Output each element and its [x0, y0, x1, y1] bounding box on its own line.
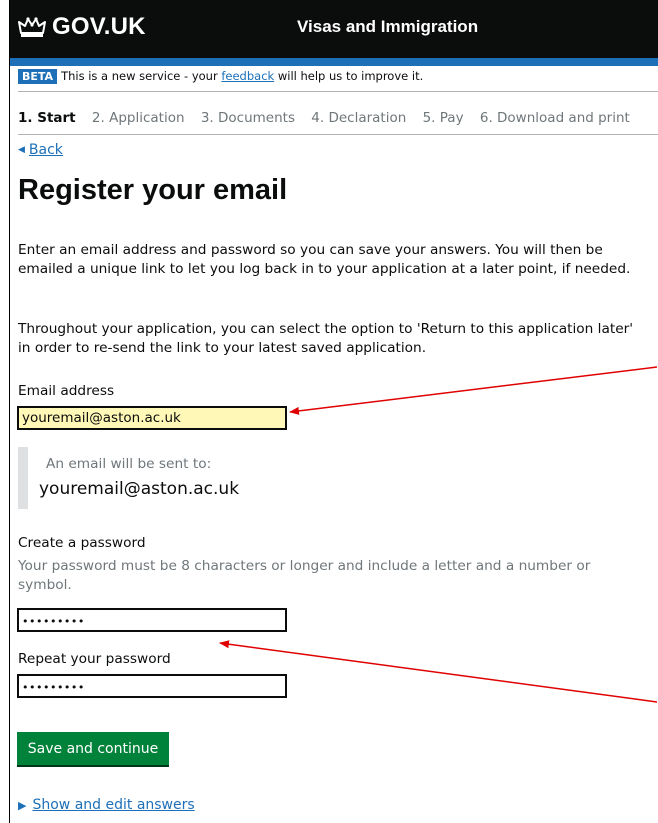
password-input[interactable] — [17, 608, 287, 632]
page-title: Register your email — [18, 174, 288, 206]
back-arrow-icon: ◀ — [18, 145, 25, 155]
header-blue-bar — [10, 58, 658, 66]
password-hint: Your password must be 8 characters or lo… — [18, 558, 591, 593]
crown-icon — [18, 17, 46, 37]
step-start: 1. Start — [18, 110, 76, 126]
beta-banner: BETA This is a new service - your feedbac… — [18, 69, 423, 84]
step-documents: 3. Documents — [200, 110, 295, 126]
site-header: GOV.UK Visas and Immigration — [10, 0, 658, 58]
service-name[interactable]: Visas and Immigration — [297, 17, 478, 37]
save-and-continue-button[interactable]: Save and continue — [17, 732, 169, 765]
email-annotation-arrow — [289, 366, 658, 415]
feedback-link[interactable]: feedback — [221, 69, 274, 83]
email-confirmation-label: An email will be sent to: — [46, 456, 212, 472]
govuk-logo[interactable]: GOV.UK — [52, 13, 146, 41]
step-navigation: 1. Start 2. Application 3. Documents 4. … — [18, 110, 642, 126]
step-pay: 5. Pay — [422, 110, 464, 126]
email-confirmation-value: youremail@aston.ac.uk — [39, 479, 240, 499]
step-download-print: 6. Download and print — [479, 110, 630, 126]
beta-text-end: will help us to improve it. — [274, 69, 424, 83]
intro-paragraph: Enter an email address and password so y… — [18, 242, 631, 277]
back-link-text[interactable]: Back — [29, 142, 63, 158]
beta-divider — [18, 91, 658, 92]
show-edit-answers-link[interactable]: Show and edit answers — [32, 797, 194, 813]
beta-tag: BETA — [18, 69, 58, 84]
repeat-password-input[interactable] — [17, 674, 287, 698]
step-application: 2. Application — [91, 110, 185, 126]
step-declaration: 4. Declaration — [311, 110, 407, 126]
password-label: Create a password — [18, 535, 146, 551]
email-input[interactable] — [17, 406, 287, 430]
email-confirmation-panel: An email will be sent to: youremail@asto… — [18, 447, 428, 509]
triangle-right-icon: ▶ — [18, 799, 27, 812]
return-paragraph: Throughout your application, you can sel… — [18, 321, 634, 356]
steps-divider — [18, 134, 658, 135]
email-label: Email address — [18, 383, 115, 399]
back-link[interactable]: ◀ Back — [18, 142, 63, 158]
page-border — [9, 0, 10, 823]
repeat-password-label: Repeat your password — [18, 651, 171, 667]
beta-text: This is a new service - your — [61, 69, 222, 83]
show-edit-answers-toggle[interactable]: ▶ Show and edit answers — [18, 797, 195, 813]
